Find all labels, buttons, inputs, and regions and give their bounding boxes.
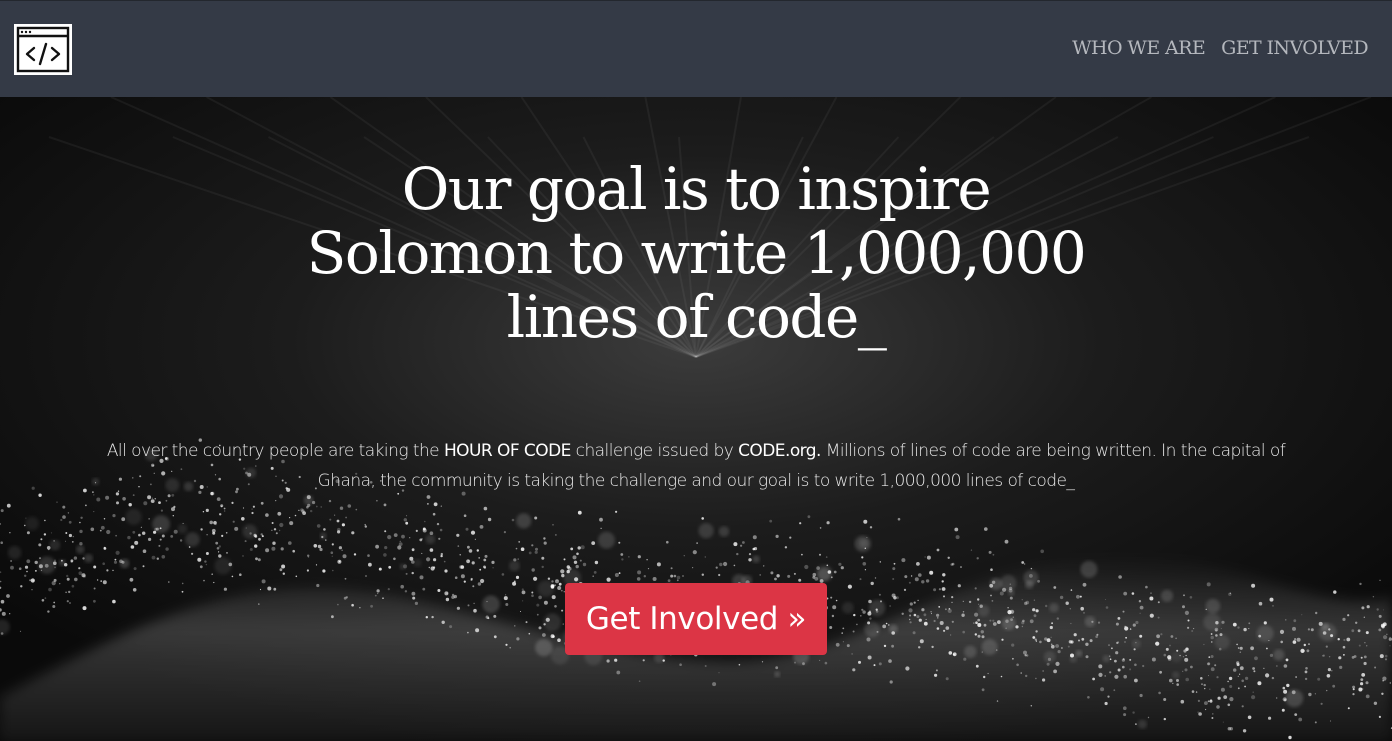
nav-link-who-we-are[interactable]: WHO WE ARE: [1072, 37, 1206, 59]
headline-line: Our goal is to inspire: [401, 155, 992, 223]
logo-link[interactable]: [14, 24, 72, 75]
hour-of-code-text: HOUR OF CODE: [443, 441, 571, 461]
get-involved-button[interactable]: Get Involved »: [565, 583, 827, 655]
code-org-text: CODE.org.: [738, 441, 821, 461]
lead-text-part: All over the country people are taking t…: [106, 441, 444, 461]
page: WHO WE ARE GET INVOLVED Our goal is to i…: [0, 0, 1392, 741]
hero-section: Our goal is to inspire Solomon to write …: [0, 97, 1392, 741]
code-window-icon: [16, 26, 70, 73]
nav-links: WHO WE ARE GET INVOLVED: [1072, 37, 1369, 59]
navbar: WHO WE ARE GET INVOLVED: [0, 0, 1392, 97]
hero-headline: Our goal is to inspire Solomon to write …: [196, 157, 1196, 349]
hero-lead-text: All over the country people are taking t…: [80, 436, 1312, 496]
nav-link-get-involved[interactable]: GET INVOLVED: [1221, 37, 1368, 59]
headline-line: lines of code_: [506, 283, 887, 351]
lead-text-part: challenge issued by: [570, 441, 739, 461]
headline-line: Solomon to write 1,000,000: [306, 219, 1087, 287]
